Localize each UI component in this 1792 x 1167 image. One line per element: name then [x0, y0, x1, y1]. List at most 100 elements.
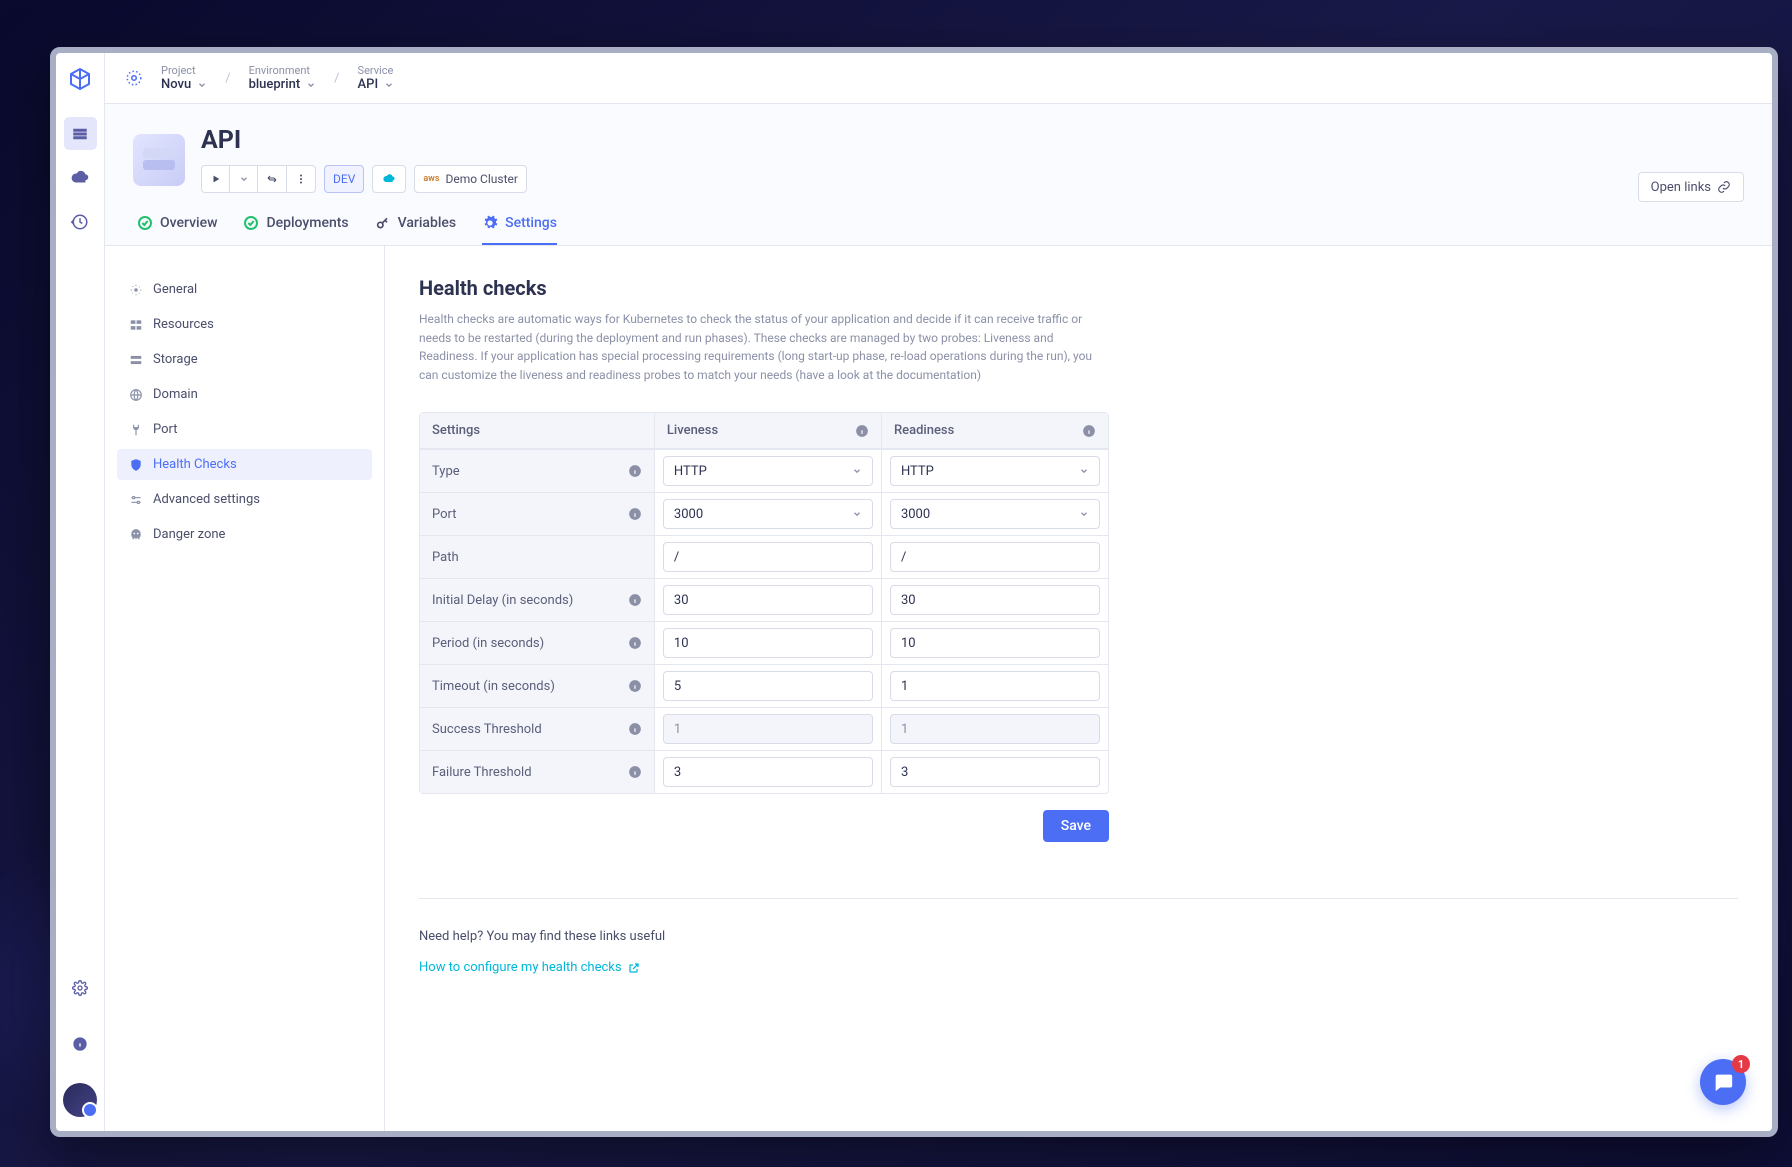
- breadcrumb-service-value: API: [358, 77, 379, 93]
- liveness-timeout-input[interactable]: [663, 671, 873, 701]
- rail-cloud-icon[interactable]: [64, 161, 97, 194]
- chat-icon: [1712, 1071, 1734, 1093]
- sidebar-item-port[interactable]: Port: [117, 414, 372, 445]
- tab-variables[interactable]: Variables: [375, 215, 456, 245]
- tab-overview-label: Overview: [160, 215, 217, 231]
- chevron-down-icon: [852, 466, 862, 476]
- breadcrumb: Project Novu / Environment blueprint / S…: [105, 53, 1772, 104]
- redeploy-button[interactable]: [257, 165, 286, 193]
- tab-deployments-label: Deployments: [266, 215, 348, 231]
- play-dropdown-button[interactable]: [229, 165, 257, 193]
- row-failure-label: Failure Threshold: [432, 765, 532, 780]
- breadcrumb-project-icon: [125, 69, 143, 87]
- liveness-path-input[interactable]: [663, 542, 873, 572]
- info-icon[interactable]: [628, 765, 642, 779]
- chevron-down-icon: [1079, 466, 1089, 476]
- intercom-button[interactable]: 1: [1700, 1059, 1746, 1105]
- liveness-failure-input[interactable]: [663, 757, 873, 787]
- help-link-configure-health-checks[interactable]: How to configure my health checks: [419, 960, 1738, 975]
- sidebar-item-domain[interactable]: Domain: [117, 379, 372, 410]
- readiness-port-select[interactable]: 3000: [890, 499, 1100, 529]
- sidebar-item-storage[interactable]: Storage: [117, 344, 372, 375]
- row-initial-delay-label: Initial Delay (in seconds): [432, 593, 573, 608]
- sidebar-item-health-checks[interactable]: Health Checks: [117, 449, 372, 480]
- tabs: Overview Deployments Variables Settings: [133, 215, 1744, 245]
- row-period-label: Period (in seconds): [432, 636, 544, 651]
- save-button[interactable]: Save: [1043, 810, 1109, 842]
- liveness-port-select[interactable]: 3000: [663, 499, 873, 529]
- info-icon[interactable]: [855, 424, 869, 438]
- breadcrumb-environment-value: blueprint: [249, 77, 301, 93]
- breadcrumb-project[interactable]: Project Novu: [161, 64, 207, 93]
- breadcrumb-separator: /: [225, 71, 230, 86]
- sidebar-item-resources[interactable]: Resources: [117, 309, 372, 340]
- info-icon[interactable]: [628, 679, 642, 693]
- tab-variables-label: Variables: [398, 215, 456, 231]
- liveness-success-input: [663, 714, 873, 744]
- sidebar-item-advanced[interactable]: Advanced settings: [117, 484, 372, 515]
- info-icon[interactable]: [628, 722, 642, 736]
- link-icon: [1717, 180, 1731, 194]
- sliders-icon: [129, 493, 143, 507]
- user-avatar[interactable]: [63, 1083, 97, 1117]
- row-success-label: Success Threshold: [432, 722, 542, 737]
- row-path-label: Path: [432, 550, 459, 565]
- breadcrumb-service-label: Service: [358, 64, 395, 77]
- info-icon[interactable]: [628, 464, 642, 478]
- rail-info-icon[interactable]: [64, 1027, 97, 1060]
- cluster-selector[interactable]: aws Demo Cluster: [414, 165, 527, 193]
- rail-environments-icon[interactable]: [64, 117, 97, 150]
- col-readiness: Readiness: [894, 423, 954, 438]
- chevron-down-icon: [384, 80, 394, 90]
- liveness-type-select[interactable]: HTTP: [663, 456, 873, 486]
- content-description: Health checks are automatic ways for Kub…: [419, 310, 1109, 384]
- tab-deployments[interactable]: Deployments: [243, 215, 348, 245]
- info-icon[interactable]: [1082, 424, 1096, 438]
- resources-icon: [129, 318, 143, 332]
- content-title: Health checks: [419, 276, 1738, 300]
- liveness-period-input[interactable]: [663, 628, 873, 658]
- readiness-period-input[interactable]: [890, 628, 1100, 658]
- tab-settings[interactable]: Settings: [482, 215, 557, 245]
- health-checks-table: Settings Liveness Readiness Type HTTP HT…: [419, 412, 1109, 794]
- open-links-button[interactable]: Open links: [1638, 172, 1744, 202]
- liveness-initial-delay-input[interactable]: [663, 585, 873, 615]
- open-links-label: Open links: [1651, 180, 1711, 195]
- sidebar-item-danger-zone[interactable]: Danger zone: [117, 519, 372, 550]
- skull-icon: [129, 528, 143, 542]
- col-settings: Settings: [420, 413, 654, 449]
- readiness-path-input[interactable]: [890, 542, 1100, 572]
- settings-body: General Resources Storage Domain Port He…: [105, 246, 1772, 1131]
- rail-history-icon[interactable]: [64, 205, 97, 238]
- settings-sidebar: General Resources Storage Domain Port He…: [105, 246, 385, 1131]
- readiness-timeout-input[interactable]: [890, 671, 1100, 701]
- app-window: Project Novu / Environment blueprint / S…: [50, 47, 1778, 1137]
- more-actions-button[interactable]: [286, 165, 316, 193]
- play-button[interactable]: [201, 165, 229, 193]
- app-logo-icon: [68, 67, 92, 91]
- shield-icon: [129, 458, 143, 472]
- breadcrumb-service[interactable]: Service API: [358, 64, 395, 93]
- left-rail: [56, 53, 105, 1131]
- plug-icon: [129, 423, 143, 437]
- main-column: Project Novu / Environment blueprint / S…: [105, 53, 1772, 1131]
- cloud-status-button[interactable]: [372, 165, 406, 193]
- storage-icon: [129, 353, 143, 367]
- readiness-initial-delay-input[interactable]: [890, 585, 1100, 615]
- readiness-type-select[interactable]: HTTP: [890, 456, 1100, 486]
- info-icon[interactable]: [628, 636, 642, 650]
- gear-icon: [129, 283, 143, 297]
- readiness-failure-input[interactable]: [890, 757, 1100, 787]
- sidebar-item-general[interactable]: General: [117, 274, 372, 305]
- check-circle-icon: [137, 215, 153, 231]
- tab-overview[interactable]: Overview: [137, 215, 217, 245]
- breadcrumb-project-value: Novu: [161, 77, 191, 93]
- service-icon: [133, 134, 185, 186]
- rail-settings-icon[interactable]: [64, 971, 97, 1004]
- check-circle-icon: [243, 215, 259, 231]
- info-icon[interactable]: [628, 593, 642, 607]
- globe-icon: [129, 388, 143, 402]
- dev-badge[interactable]: DEV: [324, 165, 364, 193]
- info-icon[interactable]: [628, 507, 642, 521]
- breadcrumb-environment[interactable]: Environment blueprint: [249, 64, 317, 93]
